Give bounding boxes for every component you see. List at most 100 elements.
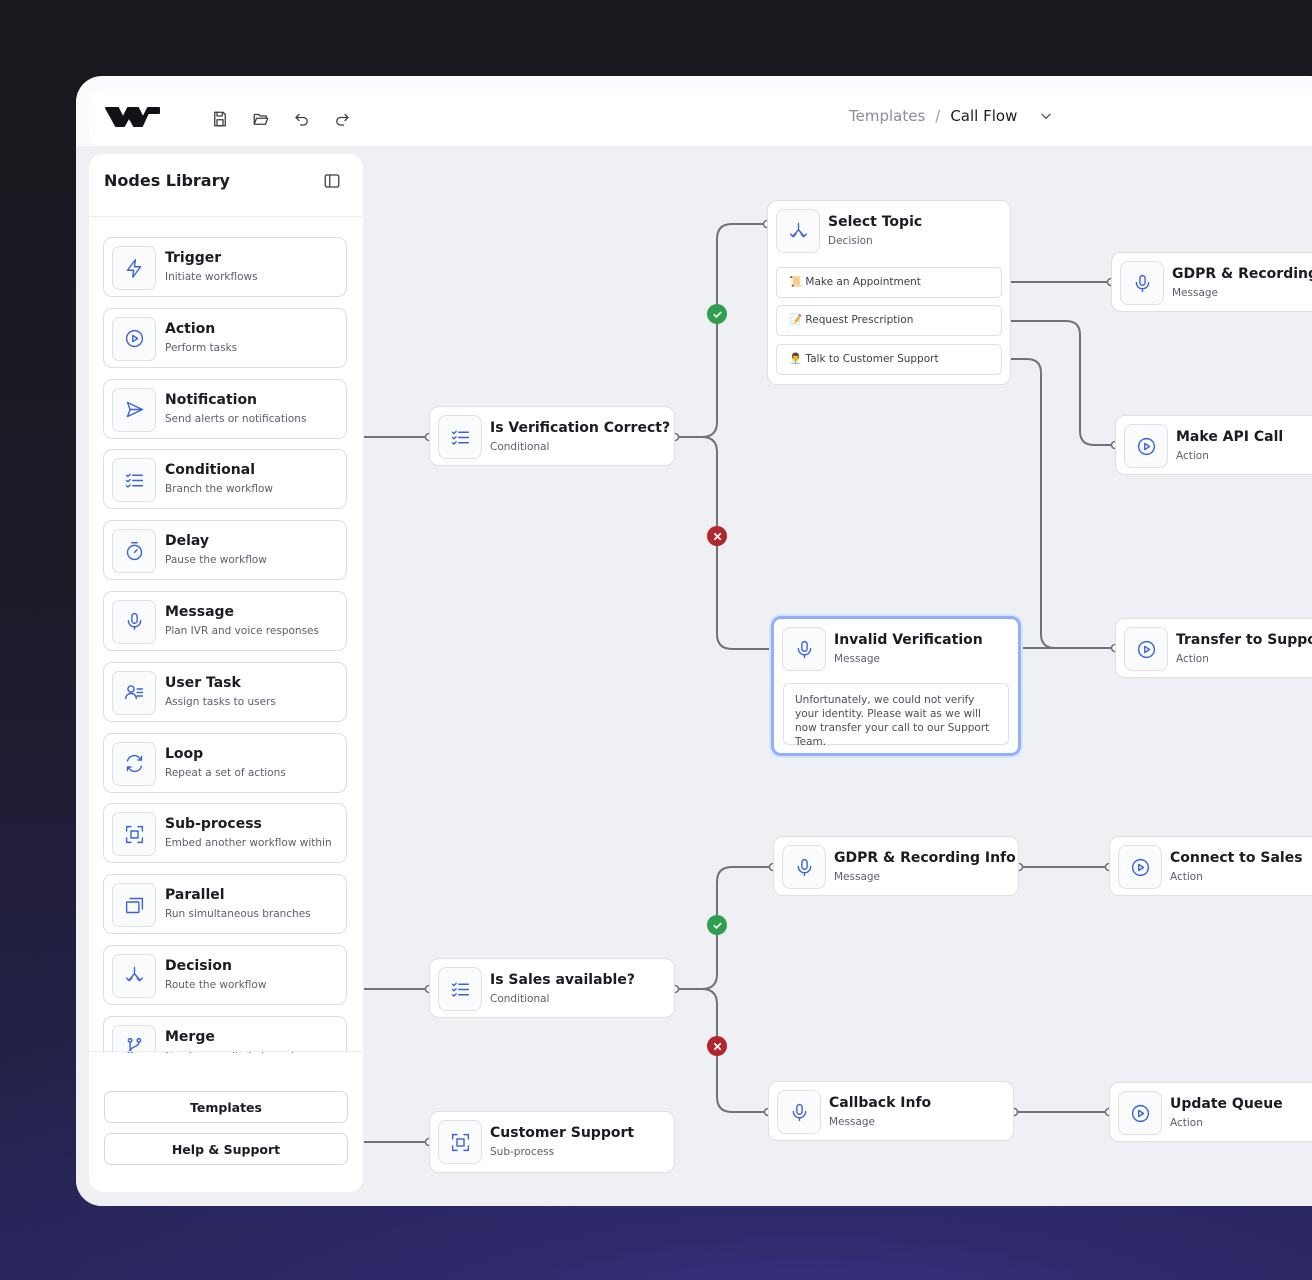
library-item-delay[interactable]: Delay Pause the workflow	[103, 520, 347, 581]
help-support-button[interactable]: Help & Support	[104, 1133, 348, 1165]
node-type: Sub-process	[490, 1146, 555, 1158]
undo-button[interactable]	[291, 108, 313, 130]
library-item-title: Sub-process	[165, 816, 262, 833]
node-is-sales-available[interactable]: Is Sales available? Conditional	[429, 958, 675, 1018]
library-item-action[interactable]: Action Perform tasks	[103, 307, 347, 368]
checklist-icon	[438, 967, 482, 1011]
node-type: Action	[1170, 1117, 1203, 1129]
collapse-panel-button[interactable]	[323, 172, 341, 190]
node-type: Decision	[828, 235, 873, 247]
decision-option[interactable]: 📝 Request Prescription	[776, 305, 1002, 336]
close-icon	[713, 1042, 721, 1050]
message-text[interactable]: Unfortunately, we could not verify your …	[783, 683, 1009, 748]
microphone-icon	[1120, 261, 1164, 305]
node-type-list: Trigger Initiate workflows Action Perform t…	[103, 237, 349, 1053]
decision-icon	[112, 953, 156, 998]
nodes-library-panel: Nodes Library Trigger Initiate workflows A…	[89, 154, 363, 1192]
node-customer-support[interactable]: Customer Support Sub-process	[429, 1111, 675, 1173]
node-title: Invalid Verification	[834, 632, 983, 648]
node-type: Message	[834, 871, 881, 883]
flow-switcher-dropdown[interactable]	[1039, 109, 1053, 123]
library-item-sub-process[interactable]: Sub-process Embed another workflow within	[103, 803, 347, 864]
node-title: Transfer to Support	[1176, 632, 1312, 648]
node-gdpr-recording-info[interactable]: GDPR & Recording Info Message	[773, 836, 1019, 896]
merge-icon	[112, 1024, 156, 1053]
save-button[interactable]	[209, 108, 231, 130]
node-title: Connect to Sales	[1170, 850, 1303, 866]
node-update-queue[interactable]: Update Queue Action	[1109, 1082, 1312, 1142]
decision-option[interactable]: 📜 Make an Appointment	[776, 267, 1002, 298]
user-list-icon	[112, 670, 156, 715]
node-title: Is Verification Correct?	[490, 420, 671, 436]
library-item-description: Run simultaneous branches	[165, 908, 311, 921]
node-gdpr-recording-top[interactable]: GDPR & Recording In Message	[1111, 252, 1312, 312]
subprocess-icon	[438, 1120, 482, 1164]
node-invalid-verification[interactable]: Invalid Verification Message Unfortunate…	[771, 616, 1021, 756]
microphone-icon	[112, 599, 156, 644]
decision-option[interactable]: 👨‍💼 Talk to Customer Support	[776, 344, 1002, 375]
microphone-icon	[777, 1090, 821, 1134]
library-item-message[interactable]: Message Plan IVR and voice responses	[103, 590, 347, 651]
library-item-description: Send alerts or notifications	[165, 412, 307, 425]
save-icon	[214, 111, 226, 127]
library-item-merge[interactable]: MergeCombine multiple branches	[103, 1015, 347, 1053]
node-title: Customer Support	[490, 1125, 635, 1141]
loop-icon	[112, 741, 156, 786]
node-type: Action	[1170, 871, 1203, 883]
node-type: Message	[1172, 287, 1219, 299]
open-folder-button[interactable]	[250, 108, 272, 130]
node-type: Action	[1176, 450, 1209, 462]
library-item-title: Conditional	[165, 462, 256, 479]
library-item-description: Plan IVR and voice responses	[165, 624, 319, 637]
panel-title: Nodes Library	[104, 171, 230, 190]
library-item-loop[interactable]: Loop Repeat a set of actions	[103, 732, 347, 793]
play-circle-icon	[1124, 424, 1168, 468]
true-branch-badge	[707, 304, 727, 324]
library-item-notification[interactable]: Notification Send alerts or notifications	[103, 378, 347, 439]
node-type: Conditional	[490, 993, 550, 1005]
library-item-user-task[interactable]: User Task Assign tasks to users	[103, 661, 347, 722]
node-type: Action	[1176, 653, 1209, 665]
play-circle-icon	[1118, 845, 1162, 889]
library-item-description: Repeat a set of actions	[165, 766, 286, 779]
play-circle-icon	[1124, 627, 1168, 671]
folder-open-icon	[253, 113, 269, 125]
node-callback-info[interactable]: Callback Info Message	[768, 1081, 1014, 1141]
library-item-parallel[interactable]: Parallel Run simultaneous branches	[103, 874, 347, 935]
timer-icon	[112, 529, 156, 574]
breadcrumb-templates-link[interactable]: Templates	[849, 107, 925, 125]
library-item-title: Delay	[165, 533, 210, 550]
library-item-title: Notification	[165, 391, 258, 408]
library-item-title: Action	[165, 320, 216, 337]
library-item-trigger[interactable]: Trigger Initiate workflows	[103, 237, 347, 297]
library-item-conditional[interactable]: Conditional Branch the workflow	[103, 449, 347, 510]
parallel-icon	[112, 883, 156, 928]
node-type: Message	[834, 653, 881, 665]
library-item-description: Pause the workflow	[165, 554, 267, 567]
microphone-icon	[782, 845, 826, 889]
library-item-title: Message	[165, 603, 235, 620]
breadcrumb: Templates / Call Flow	[849, 107, 1053, 125]
node-connect-to-sales[interactable]: Connect to Sales Action	[1109, 836, 1312, 896]
library-item-description: Embed another workflow within	[165, 837, 332, 850]
check-icon	[712, 311, 722, 318]
node-title: Callback Info	[829, 1095, 932, 1111]
node-title: Make API Call	[1176, 429, 1284, 445]
library-item-description: Initiate workflows	[165, 271, 258, 283]
redo-button[interactable]	[331, 108, 353, 130]
play-circle-icon	[1118, 1091, 1162, 1135]
node-make-api-call[interactable]: Make API Call Action	[1115, 415, 1312, 475]
breadcrumb-separator: /	[935, 107, 941, 125]
node-transfer-to-support[interactable]: Transfer to Support Action	[1115, 618, 1312, 678]
node-select-topic[interactable]: Select Topic Decision 📜 Make an Appointm…	[767, 200, 1011, 385]
node-title: GDPR & Recording Info	[834, 850, 1016, 866]
bolt-icon	[112, 246, 156, 290]
library-item-decision[interactable]: Decision Route the workflow	[103, 944, 347, 1005]
node-is-verification-correct[interactable]: Is Verification Correct? Conditional	[429, 406, 675, 466]
library-item-title: Loop	[165, 745, 204, 762]
node-title: Select Topic	[828, 214, 923, 230]
redo-icon	[336, 113, 349, 126]
false-branch-badge	[707, 1036, 727, 1056]
library-item-title: Parallel	[165, 887, 225, 904]
templates-button[interactable]: Templates	[104, 1091, 348, 1123]
